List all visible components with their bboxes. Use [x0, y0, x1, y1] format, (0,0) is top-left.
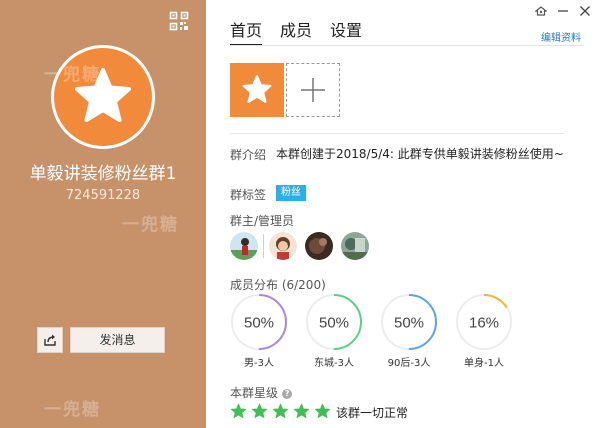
- skin-icon[interactable]: [534, 4, 548, 18]
- group-id: 724591228: [65, 188, 141, 203]
- intro-label: 群介绍: [230, 148, 267, 162]
- watermark: 一兜糖: [44, 400, 101, 420]
- avatar[interactable]: [230, 232, 258, 260]
- distribution-item[interactable]: 16% 单身-1人: [455, 293, 513, 369]
- progress-ring: 50%: [231, 294, 287, 350]
- star-icon: [75, 68, 131, 122]
- group-name: 单毅讲装修粉丝群1: [29, 164, 177, 184]
- progress-ring: 16%: [456, 294, 512, 350]
- share-button[interactable]: [37, 327, 63, 353]
- divider: [230, 133, 564, 134]
- send-message-button[interactable]: 发消息: [70, 327, 165, 353]
- percent-text: 50%: [394, 315, 424, 332]
- admins-label: 群主/管理员: [230, 214, 295, 228]
- star-rating: [230, 403, 331, 420]
- plus-icon: [301, 78, 325, 102]
- edit-profile-link[interactable]: 编辑资料: [541, 29, 581, 44]
- tag-badge[interactable]: 粉丝: [276, 185, 306, 201]
- distribution-label: 东城-3人: [314, 358, 354, 369]
- minimize-icon[interactable]: [556, 4, 570, 18]
- star-icon: [242, 75, 272, 103]
- star-icon: [251, 403, 268, 419]
- help-icon[interactable]: ?: [282, 388, 293, 399]
- star-icon: [230, 403, 247, 419]
- distribution-label: 单身-1人: [464, 358, 504, 369]
- distribution-title: 成员分布 (6/200): [230, 278, 326, 292]
- share-icon: [44, 334, 56, 346]
- tab-members[interactable]: 成员: [280, 20, 312, 46]
- distribution-label: 90后-3人: [387, 358, 431, 369]
- distribution-item[interactable]: 50% 东城-3人: [305, 293, 363, 369]
- distribution-item[interactable]: 50% 90后-3人: [380, 293, 438, 369]
- progress-ring: 50%: [306, 294, 362, 350]
- tab-bar: 首页 成员 设置: [230, 20, 362, 46]
- close-icon[interactable]: [578, 4, 592, 18]
- avatar[interactable]: [269, 232, 297, 260]
- distribution-label: 男-3人: [244, 358, 274, 369]
- percent-text: 50%: [319, 315, 349, 332]
- tab-home[interactable]: 首页: [230, 20, 263, 46]
- distribution-item[interactable]: 50% 男-3人: [230, 293, 288, 369]
- tags-label: 群标签: [230, 188, 267, 202]
- percent-text: 16%: [469, 315, 499, 332]
- star-icon: [293, 403, 310, 419]
- percent-text: 50%: [244, 315, 274, 332]
- distribution-list: 50% 男-3人 50% 东城-3人 50% 90后-3人 16% 单身-1人: [230, 293, 513, 369]
- watermark: 一兜糖: [122, 215, 179, 235]
- group-profile-panel: 单毅讲装修粉丝群1 724591228 一兜糖 一兜糖 一兜糖 发消息: [0, 0, 206, 428]
- level-label-text: 本群星级: [230, 386, 279, 400]
- tab-settings[interactable]: 设置: [330, 20, 362, 46]
- progress-ring: 50%: [381, 294, 437, 350]
- star-icon: [314, 403, 331, 419]
- level-label: 本群星级?: [230, 384, 293, 401]
- admin-list: [230, 232, 369, 260]
- qr-code-icon[interactable]: [169, 11, 189, 31]
- add-photo-button[interactable]: [286, 63, 340, 117]
- avatar[interactable]: [305, 232, 333, 260]
- avatar[interactable]: [341, 232, 369, 260]
- group-photo-thumbnail[interactable]: [230, 63, 284, 117]
- owner-separator: [263, 234, 264, 258]
- tab-divider: [230, 45, 584, 46]
- intro-text: 本群创建于2018/5/4: 此群专供单毅讲装修粉丝使用~: [276, 147, 564, 161]
- group-avatar[interactable]: [51, 45, 155, 149]
- group-status: 该群一切正常: [336, 406, 409, 420]
- star-icon: [272, 403, 289, 419]
- window-controls: [534, 4, 592, 18]
